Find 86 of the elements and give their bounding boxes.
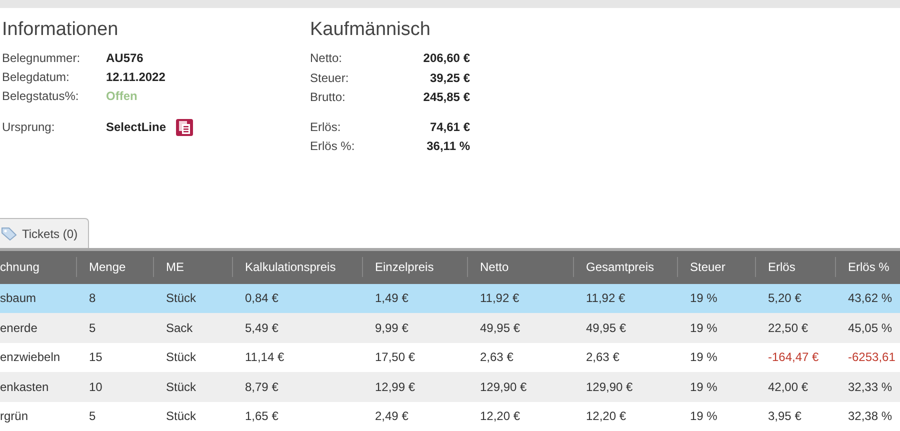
table-cell: 19 %	[677, 284, 755, 313]
table-row[interactable]: enerde 5 Sack 5,49 € 9,99 € 49,95 € 49,95 € 19 % 22,50 € 45,05 %	[0, 313, 900, 342]
table-cell: 8,79 €	[232, 372, 362, 402]
table-cell: 5,20 €	[755, 284, 835, 313]
table-cell: rgrün	[0, 402, 76, 431]
table-cell: 11,92 €	[573, 284, 677, 313]
table-cell: 22,50 €	[755, 313, 835, 342]
section-heading: Kaufmännisch	[310, 19, 432, 41]
table-cell: 8	[76, 284, 153, 313]
column-header: ME	[166, 259, 184, 276]
table-cell: 11,92 €	[467, 284, 573, 313]
table-cell: enzwiebeln	[0, 342, 76, 372]
field-value: AU576	[106, 50, 144, 67]
field-value: Offen	[106, 88, 138, 105]
field-value: 245,85 €	[423, 89, 470, 106]
table-cell: 49,95 €	[573, 313, 677, 342]
field-label: Belegnummer:	[2, 50, 82, 67]
table-cell: 1,65 €	[232, 402, 362, 431]
column-header: chnung	[0, 259, 40, 276]
table-cell: 43,62 %	[835, 284, 900, 313]
table-cell: 12,20 €	[467, 402, 573, 431]
column-header: Erlös	[768, 259, 796, 276]
field-value: 39,25 €	[430, 70, 470, 86]
table-cell: 32,38 %	[835, 402, 900, 431]
field-label: Belegstatus%:	[2, 88, 80, 105]
field-label: Erlös:	[310, 118, 341, 136]
tag-icon	[1, 226, 17, 240]
table-cell: -6253,61	[835, 342, 900, 372]
table-cell: Stück	[153, 284, 232, 313]
field-label: Brutto:	[310, 89, 346, 106]
table-cell: 129,90 €	[573, 372, 677, 402]
table-cell: 19 %	[677, 372, 755, 402]
table-cell: Sack	[153, 313, 232, 342]
table-cell: Stück	[153, 342, 232, 372]
table-cell: 49,95 €	[467, 313, 573, 342]
table-cell: 32,33 %	[835, 372, 900, 402]
table-cell: 5	[76, 402, 153, 431]
column-header: Netto	[480, 259, 509, 276]
table-cell: 129,90 €	[467, 372, 573, 402]
table-cell: 15	[76, 342, 153, 372]
table-row[interactable]: enzwiebeln 15 Stück 11,14 € 17,50 € 2,63 € 2,63 € 19 % -164,47 € -6253,61	[0, 342, 900, 372]
column-header: Erlös %	[848, 259, 890, 276]
field-value: 36,11 %	[426, 138, 470, 155]
table-cell: 19 %	[677, 402, 755, 431]
table-cell: 12,99 €	[362, 372, 467, 402]
field-value: 12.11.2022	[106, 69, 166, 86]
field-label: Erlös %:	[310, 138, 355, 155]
field-label: Netto:	[310, 50, 342, 67]
table-cell: 1,49 €	[362, 284, 467, 313]
table-cell: 45,05 %	[835, 313, 900, 342]
tickets-tab[interactable]: Tickets (0)	[0, 218, 89, 248]
column-header: Gesamtpreis	[586, 259, 654, 276]
field-value: SelectLine	[106, 119, 166, 136]
table-cell: 42,00 €	[755, 372, 835, 402]
table-cell: Stück	[153, 402, 232, 431]
column-header: Steuer	[690, 259, 726, 276]
document-icon[interactable]	[176, 119, 194, 136]
table-cell: 10	[76, 372, 153, 402]
table-cell: 2,63 €	[467, 342, 573, 372]
table-cell: 19 %	[677, 342, 755, 372]
column-header: Menge	[89, 259, 126, 276]
table-cell: 19 %	[677, 313, 755, 342]
column-header: Kalkulationspreis	[245, 259, 336, 276]
table-cell: 0,84 €	[232, 284, 362, 313]
table-cell: Stück	[153, 372, 232, 402]
table-cell: 11,14 €	[232, 342, 362, 372]
table-cell: 3,95 €	[755, 402, 835, 431]
table-cell: 17,50 €	[362, 342, 467, 372]
table-cell: sbaum	[0, 284, 76, 313]
table-cell: 5,49 €	[232, 313, 362, 342]
field-label: Ursprung:	[2, 119, 56, 136]
field-value: 74,61 €	[430, 118, 470, 136]
field-label: Belegdatum:	[2, 69, 70, 86]
table-cell: 12,20 €	[573, 402, 677, 431]
table-cell: enerde	[0, 313, 76, 342]
table-cell: 5	[76, 313, 153, 342]
table-cell: enkasten	[0, 372, 76, 402]
table-cell: 2,49 €	[362, 402, 467, 431]
section-heading: Informationen	[2, 19, 120, 41]
field-label: Steuer:	[310, 70, 349, 86]
table-cell: 9,99 €	[362, 313, 467, 342]
table-row[interactable]: sbaum 8 Stück 0,84 € 1,49 € 11,92 € 11,92 € 19 % 5,20 € 43,62 %	[0, 284, 900, 313]
field-value: 206,60 €	[423, 50, 470, 67]
table-cell: 2,63 €	[573, 342, 677, 372]
table-cell: -164,47 €	[755, 342, 835, 372]
column-header: Einzelpreis	[375, 259, 434, 276]
